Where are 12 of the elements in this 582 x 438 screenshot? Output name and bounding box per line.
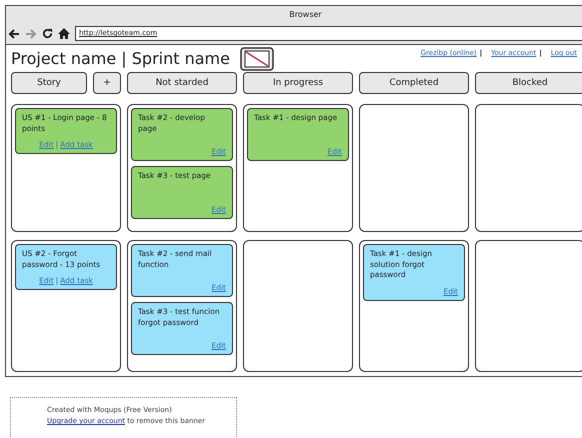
reload-icon[interactable]: [42, 28, 53, 39]
window-title: Browser: [289, 10, 322, 19]
add-button[interactable]: +: [93, 72, 121, 94]
column-header[interactable]: Blocked: [475, 72, 582, 94]
column-header[interactable]: Not starded: [127, 72, 237, 94]
story-column-header[interactable]: Story: [11, 72, 87, 94]
page-title: Project name | Sprint name: [11, 49, 230, 68]
column-header[interactable]: Completed: [359, 72, 469, 94]
back-icon[interactable]: [8, 28, 20, 40]
home-icon[interactable]: [58, 28, 70, 39]
column-header[interactable]: In progress: [243, 72, 353, 94]
image-placeholder-icon: [240, 46, 274, 70]
